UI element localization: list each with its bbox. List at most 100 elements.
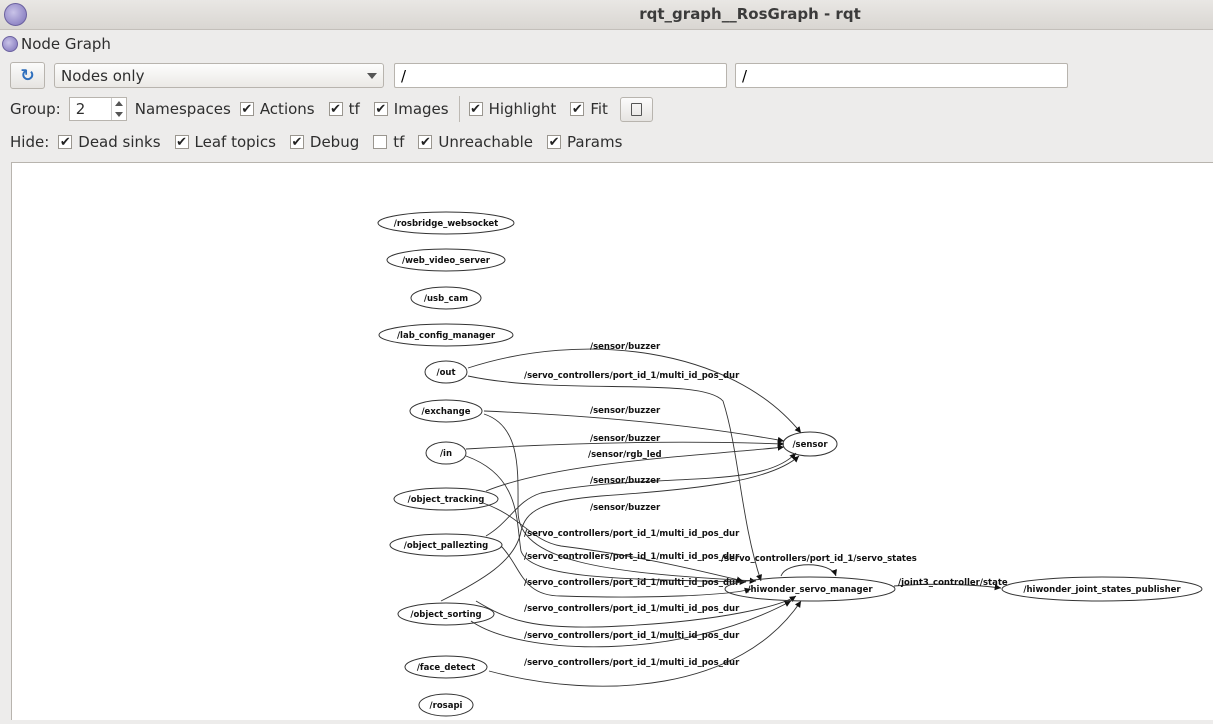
actions-checkbox[interactable]: ✔ — [239, 102, 254, 116]
actions-label: Actions — [259, 100, 315, 118]
edge-label: /joint3_controller/state — [898, 578, 1008, 588]
debug-checkbox[interactable]: ✔ — [289, 135, 304, 149]
graph-node-rosapi[interactable]: /rosapi — [418, 693, 474, 717]
toolbar-row: ↻ Nodes only — [10, 62, 1076, 89]
graph-type-select[interactable]: Nodes only — [54, 63, 384, 88]
node-label: /exchange — [421, 407, 470, 417]
unreachable-checkbox[interactable]: ✔ — [418, 135, 433, 149]
images-checkbox[interactable]: ✔ — [373, 102, 388, 116]
hide-tf-label: tf — [393, 133, 405, 151]
node-label: /object_pallezting — [404, 541, 489, 551]
chevron-down-icon — [367, 72, 377, 79]
group-value: 2 — [75, 100, 86, 118]
fit-label: Fit — [590, 100, 608, 118]
edge-servo-self[interactable] — [780, 564, 837, 577]
edge-label: /servo_controllers/port_id_1/multi_id_po… — [524, 371, 740, 381]
unreachable-label: Unreachable — [438, 133, 534, 151]
hide-tf-checkbox[interactable] — [373, 135, 388, 149]
edge-label: /sensor/buzzer — [590, 406, 661, 416]
graph-node-in[interactable]: /in — [425, 441, 467, 465]
highlight-checkbox[interactable]: ✔ — [468, 102, 483, 116]
namespaces-label: Namespaces — [134, 100, 231, 118]
graph-node-hiwonder-servo-manager[interactable]: /hiwonder_servo_manager — [724, 576, 896, 602]
refresh-button[interactable]: ↻ — [10, 62, 45, 89]
node-label: /lab_config_manager — [397, 331, 496, 341]
edge-label: /servo_controllers/port_id_1/servo_state… — [721, 554, 917, 564]
save-icon — [630, 102, 642, 116]
graph-node-object-sorting[interactable]: /object_sorting — [397, 602, 495, 626]
options-row: Group: 2 Namespaces ✔ Actions ✔ tf ✔ Ima… — [10, 96, 653, 122]
group-spinbox[interactable]: 2 — [68, 97, 127, 121]
spin-up-icon[interactable] — [114, 101, 123, 106]
dead-sinks-label: Dead sinks — [78, 133, 161, 151]
graph-node-out[interactable]: /out — [424, 360, 468, 384]
hide-label: Hide: — [10, 133, 50, 151]
params-label: Params — [567, 133, 623, 151]
graph-node-face-detect[interactable]: /face_detect — [404, 655, 488, 679]
graph-node-usb-cam[interactable]: /usb_cam — [410, 286, 482, 310]
graph-node-web-video-server[interactable]: /web_video_server — [386, 248, 506, 272]
tf-label: tf — [348, 100, 360, 118]
graph-svg[interactable]: /sensor/buzzer /servo_controllers/port_i… — [12, 163, 1213, 720]
graph-node-object-tracking[interactable]: /object_tracking — [393, 487, 499, 511]
graph-node-object-pallezting[interactable]: /object_pallezting — [389, 533, 503, 557]
edge-pallezting-sensor[interactable] — [485, 452, 797, 537]
spin-arrows[interactable] — [110, 98, 126, 120]
node-label: /object_sorting — [410, 610, 481, 620]
refresh-icon: ↻ — [20, 65, 35, 86]
node-label: /sensor — [792, 440, 828, 450]
node-label: /in — [440, 449, 452, 459]
node-label: /usb_cam — [424, 294, 468, 304]
node-label: /face_detect — [417, 663, 475, 673]
node-label: /hiwonder_joint_states_publisher — [1023, 585, 1181, 595]
node-filter-input[interactable] — [394, 63, 727, 88]
edge-label: /servo_controllers/port_id_1/multi_id_po… — [524, 604, 740, 614]
edge-label: /sensor/buzzer — [590, 342, 661, 352]
node-label: /rosapi — [430, 701, 463, 711]
edge-label: /sensor/buzzer — [590, 476, 661, 486]
highlight-label: Highlight — [488, 100, 557, 118]
graph-canvas[interactable]: /sensor/buzzer /servo_controllers/port_i… — [11, 162, 1213, 720]
save-image-button[interactable] — [619, 96, 653, 122]
plugin-title: Node Graph — [21, 35, 111, 53]
edge-label: /servo_controllers/port_id_1/multi_id_po… — [524, 529, 740, 539]
graph-node-hiwonder-joint-states-publisher[interactable]: /hiwonder_joint_states_publisher — [1001, 576, 1203, 602]
node-label: /out — [436, 368, 455, 378]
edge-label: /sensor/buzzer — [590, 503, 661, 513]
spin-down-icon[interactable] — [114, 112, 123, 117]
dead-sinks-checkbox[interactable]: ✔ — [58, 135, 73, 149]
graph-node-sensor[interactable]: /sensor — [782, 431, 838, 457]
edge-label: /sensor/buzzer — [590, 434, 661, 444]
graph-node-lab-config-manager[interactable]: /lab_config_manager — [378, 323, 514, 347]
tf-checkbox[interactable]: ✔ — [328, 102, 343, 116]
leaf-topics-label: Leaf topics — [194, 133, 276, 151]
graph-node-rosbridge[interactable]: /rosbridge_websocket — [377, 211, 515, 235]
edge-label: /sensor/rgb_led — [588, 450, 662, 460]
edge-label: /servo_controllers/port_id_1/multi_id_po… — [524, 552, 740, 562]
edge-label: /servo_controllers/port_id_1/multi_id_po… — [524, 578, 740, 588]
group-label: Group: — [10, 100, 61, 118]
edge-labels: /sensor/buzzer /servo_controllers/port_i… — [524, 342, 1008, 668]
plugin-header: Node Graph — [2, 34, 111, 54]
graph-type-value: Nodes only — [61, 66, 145, 85]
edge-in-servo[interactable] — [465, 455, 747, 585]
debug-label: Debug — [309, 133, 360, 151]
graph-node-exchange[interactable]: /exchange — [409, 399, 483, 423]
hide-row: Hide: ✔ Dead sinks ✔ Leaf topics ✔ Debug… — [10, 130, 622, 154]
edge-tracking-servo[interactable] — [482, 502, 744, 583]
params-checkbox[interactable]: ✔ — [547, 135, 562, 149]
window-titlebar[interactable]: rqt_graph__RosGraph - rqt — [0, 0, 1213, 30]
node-label: /web_video_server — [402, 256, 491, 266]
plugin-icon — [2, 36, 18, 52]
fit-checkbox[interactable]: ✔ — [570, 102, 585, 116]
node-label: /hiwonder_servo_manager — [747, 585, 873, 595]
topic-filter-input[interactable] — [735, 63, 1068, 88]
edge-label: /servo_controllers/port_id_1/multi_id_po… — [524, 631, 740, 641]
edge-label: /servo_controllers/port_id_1/multi_id_po… — [524, 658, 740, 668]
images-label: Images — [393, 100, 449, 118]
edge-out-sensor[interactable] — [467, 348, 802, 434]
node-label: /object_tracking — [408, 495, 485, 505]
window-title: rqt_graph__RosGraph - rqt — [639, 5, 861, 23]
toolbar-separator — [458, 96, 460, 122]
leaf-topics-checkbox[interactable]: ✔ — [174, 135, 189, 149]
